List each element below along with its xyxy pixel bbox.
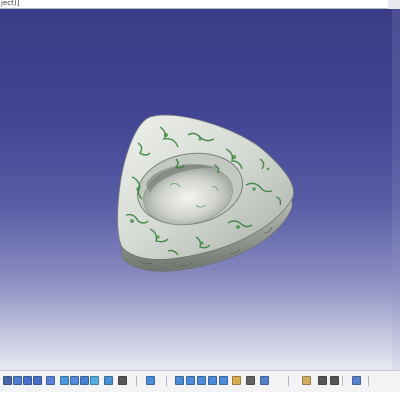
- snap-icon[interactable]: [352, 376, 361, 385]
- toolbar-separator: [342, 376, 343, 386]
- zoom-out-icon[interactable]: [33, 376, 42, 385]
- fly-mode-icon[interactable]: [13, 376, 22, 385]
- apply-material-icon[interactable]: [302, 376, 311, 385]
- title-bar: ject)]: [0, 0, 400, 9]
- view-bottom-icon[interactable]: [219, 376, 228, 385]
- material-icon[interactable]: [232, 376, 241, 385]
- render-style-icon[interactable]: [246, 376, 255, 385]
- app-window: ject)]: [0, 0, 400, 400]
- hide-show-icon[interactable]: [90, 376, 99, 385]
- window-title: ject)]: [1, 0, 20, 7]
- iso-view-icon[interactable]: [70, 376, 79, 385]
- multi-view-icon[interactable]: [60, 376, 69, 385]
- toolbar-separator: [166, 376, 167, 386]
- 3d-model-cup[interactable]: [0, 9, 400, 370]
- toolbar-separator: [288, 376, 289, 386]
- zoom-in-icon[interactable]: [23, 376, 32, 385]
- 3d-viewport[interactable]: [0, 9, 400, 370]
- view-right-icon[interactable]: [197, 376, 206, 385]
- bottom-toolbar: [0, 370, 400, 400]
- title-bar-edge: [388, 0, 400, 9]
- normal-view-icon[interactable]: [46, 376, 55, 385]
- lighting-icon[interactable]: [260, 376, 269, 385]
- view-left-icon[interactable]: [186, 376, 195, 385]
- toolbar-bottom-area: [0, 392, 400, 400]
- view-top-icon[interactable]: [208, 376, 217, 385]
- measure-icon[interactable]: [118, 376, 127, 385]
- toolbar-separator: [136, 376, 137, 386]
- shading-icon[interactable]: [80, 376, 89, 385]
- select-arrow-icon[interactable]: [3, 376, 12, 385]
- swap-visible-icon[interactable]: [104, 376, 113, 385]
- toolbar-separator: [368, 376, 369, 386]
- link-icon[interactable]: [330, 376, 339, 385]
- view-back-icon[interactable]: [175, 376, 184, 385]
- view-front-icon[interactable]: [146, 376, 155, 385]
- tools-icon[interactable]: [318, 376, 327, 385]
- viewport-right-edge: [392, 9, 400, 370]
